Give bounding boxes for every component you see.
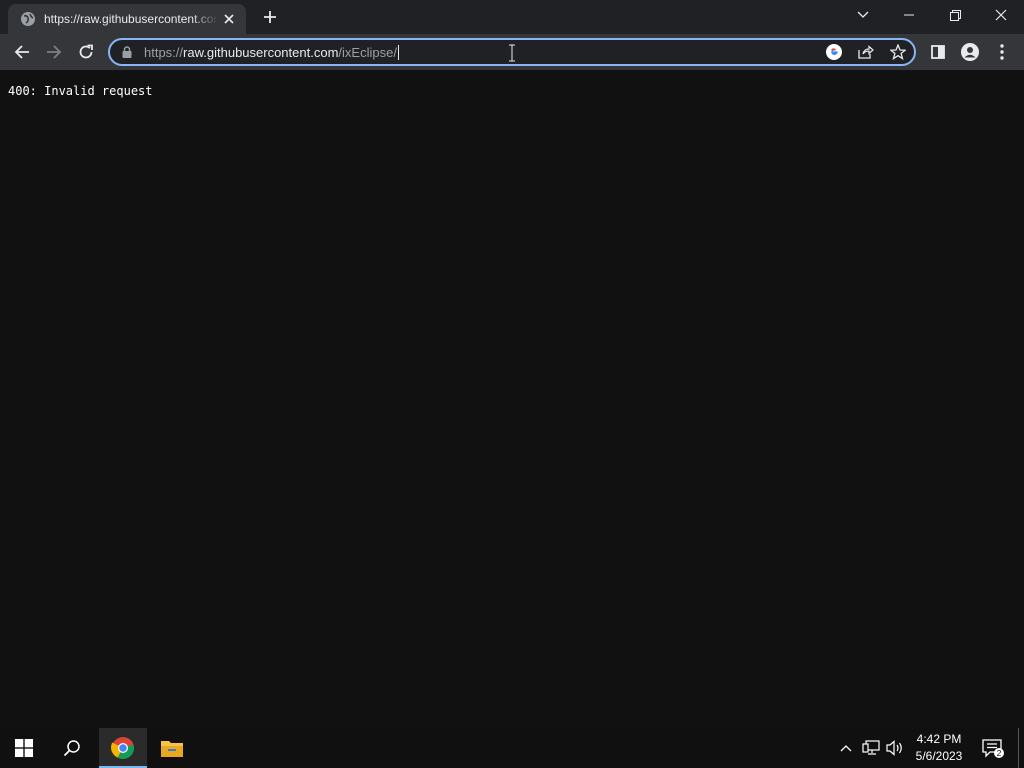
taskbar-clock[interactable]: 4:42 PM 5/6/2023 xyxy=(906,731,972,765)
kebab-menu-icon xyxy=(1000,44,1004,60)
side-panel-icon xyxy=(931,45,945,59)
taskbar: 4:42 PM 5/6/2023 2 xyxy=(0,728,1024,768)
chrome-icon xyxy=(111,737,134,759)
error-message: 400: Invalid request xyxy=(8,84,153,98)
side-panel-button[interactable] xyxy=(922,36,954,68)
notification-count: 2 xyxy=(997,748,1002,758)
close-tab-icon[interactable] xyxy=(220,10,238,28)
volume-icon[interactable] xyxy=(884,728,906,768)
show-desktop-button[interactable] xyxy=(1018,728,1019,768)
clock-date: 5/6/2023 xyxy=(915,749,963,763)
clock-time: 4:42 PM xyxy=(916,732,962,746)
url-path: /ixEclipse/ xyxy=(338,44,397,60)
url-host: raw.githubusercontent.com xyxy=(183,44,339,60)
reload-button[interactable] xyxy=(70,36,102,68)
ibeam-cursor-icon xyxy=(508,44,516,67)
more-menu-button[interactable] xyxy=(986,36,1018,68)
taskbar-search-button[interactable] xyxy=(48,728,96,768)
url-text[interactable]: https://raw.githubusercontent.com/ixEcli… xyxy=(144,44,399,60)
tab-strip: https://raw.githubusercontent.com/ixEcli… xyxy=(0,0,1024,34)
windows-logo-icon xyxy=(15,739,33,757)
forward-button[interactable] xyxy=(38,36,70,68)
show-hidden-icons-button[interactable] xyxy=(836,728,856,768)
arrow-right-icon xyxy=(47,45,62,59)
notification-icon: 2 xyxy=(982,739,1004,758)
taskbar-chrome-button[interactable] xyxy=(99,728,147,768)
address-bar[interactable]: https://raw.githubusercontent.com/ixEcli… xyxy=(108,38,916,66)
profile-button[interactable] xyxy=(954,36,986,68)
back-button[interactable] xyxy=(6,36,38,68)
taskbar-file-explorer-button[interactable] xyxy=(148,728,196,768)
network-icon[interactable] xyxy=(860,728,882,768)
search-icon xyxy=(63,740,80,757)
browser-toolbar: https://raw.githubusercontent.com/ixEcli… xyxy=(0,34,1024,70)
person-icon xyxy=(961,43,979,61)
folder-icon xyxy=(161,741,183,757)
url-scheme: https:// xyxy=(144,44,184,60)
close-window-button[interactable] xyxy=(978,0,1024,30)
minimize-button[interactable] xyxy=(886,0,932,30)
lock-icon[interactable] xyxy=(120,45,134,59)
action-center-button[interactable]: 2 xyxy=(978,728,1008,768)
tab-search-icon[interactable] xyxy=(840,0,886,30)
google-lens-icon[interactable] xyxy=(818,40,850,64)
arrow-left-icon xyxy=(14,45,29,59)
globe-icon xyxy=(20,11,36,27)
text-caret xyxy=(397,44,399,60)
start-button[interactable] xyxy=(0,728,48,768)
tab-title: https://raw.githubusercontent.com/ixEcli… xyxy=(44,12,218,26)
chevron-up-icon xyxy=(840,745,852,752)
reload-icon xyxy=(79,44,93,59)
page-content: 400: Invalid request xyxy=(0,70,1024,728)
new-tab-button[interactable] xyxy=(258,6,282,28)
share-icon[interactable] xyxy=(850,40,882,64)
bookmark-star-icon[interactable] xyxy=(882,40,914,64)
restore-button[interactable] xyxy=(932,0,978,30)
browser-tab[interactable]: https://raw.githubusercontent.com/ixEcli… xyxy=(8,4,246,34)
